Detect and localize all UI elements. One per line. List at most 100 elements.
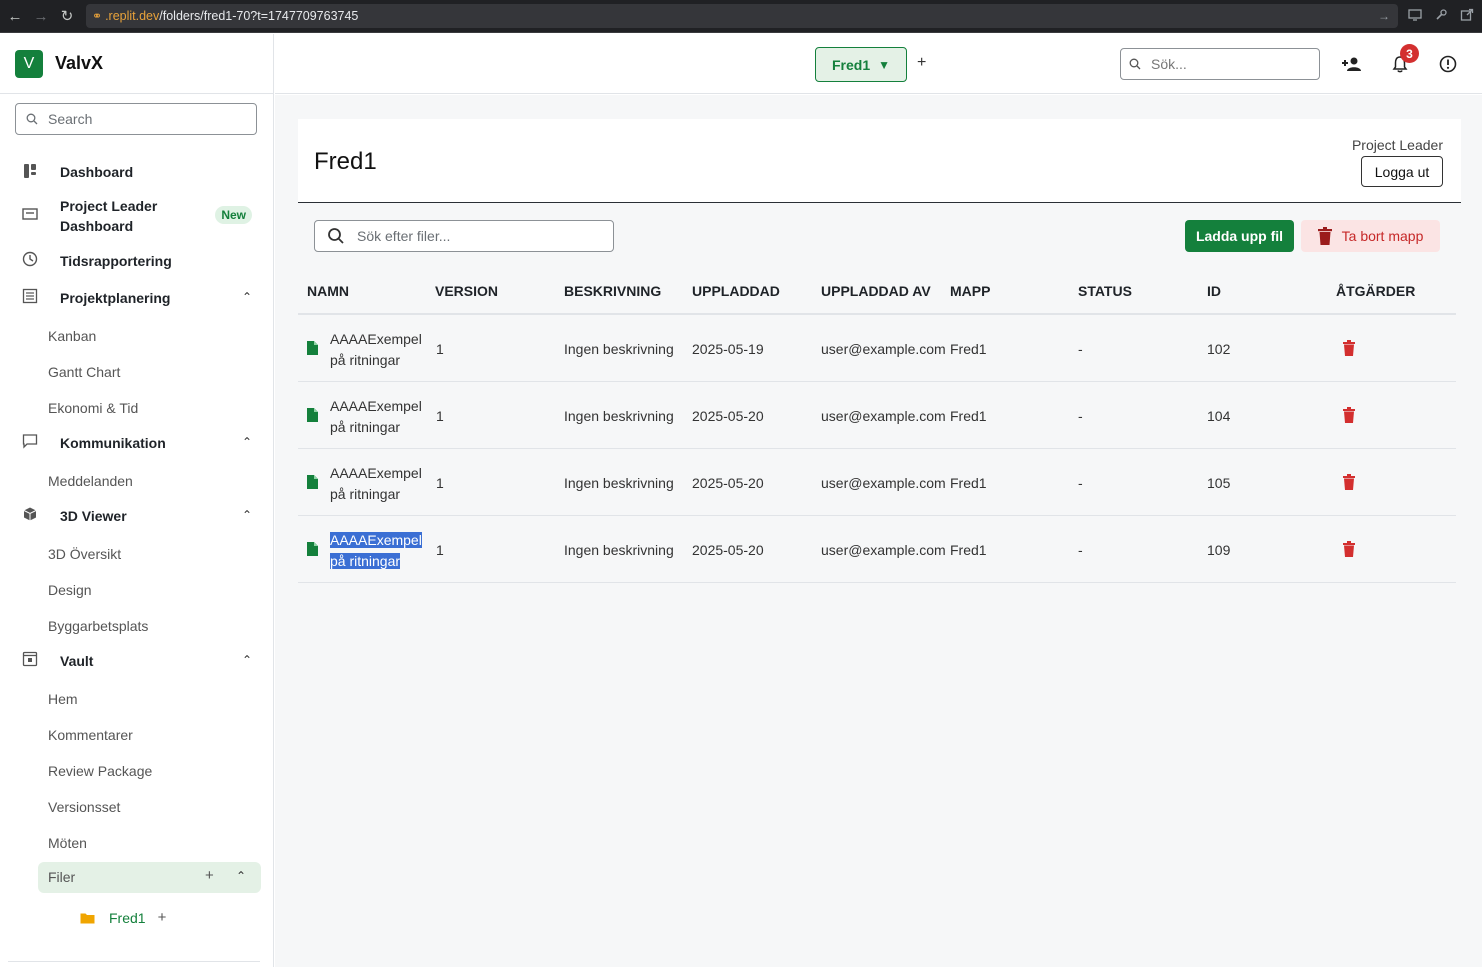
file-name[interactable]: AAAAExempel på ritningar [330, 329, 422, 371]
chevron-up-icon[interactable]: ⌃ [242, 508, 252, 522]
delete-folder-button[interactable]: Ta bort mapp [1301, 220, 1440, 252]
add-user-icon[interactable] [1340, 52, 1364, 76]
column-header-status[interactable]: STATUS [1078, 283, 1132, 299]
brand-logo: V [15, 49, 43, 78]
sidebar-item-dashboard[interactable]: Dashboard [20, 161, 260, 181]
table-row[interactable]: AAAAExempel på ritningar 1 Ingen beskrivn… [298, 516, 1456, 583]
file-uploaded-date: 2025-05-20 [692, 542, 764, 558]
file-name[interactable]: AAAAExempel på ritningar [330, 396, 422, 438]
add-folder-icon[interactable]: + [205, 867, 214, 884]
cube-icon [20, 504, 40, 524]
column-header-id[interactable]: ID [1207, 283, 1221, 299]
sidebar-subitem-design[interactable]: Design [48, 582, 92, 598]
file-uploaded-by: user@example.com [821, 408, 946, 424]
info-icon[interactable] [1436, 52, 1460, 76]
file-version: 1 [436, 475, 444, 491]
chevron-up-icon[interactable]: ⌃ [242, 653, 252, 667]
search-icon [1129, 58, 1141, 70]
sidebar-subitem-meddelanden[interactable]: Meddelanden [48, 473, 133, 489]
table-row[interactable]: AAAAExempel på ritningar 1 Ingen beskrivn… [298, 382, 1456, 449]
file-status: - [1078, 475, 1083, 491]
external-link-icon[interactable] [1458, 6, 1476, 24]
project-selector-button[interactable]: Fred1 ▼ [815, 47, 907, 82]
sidebar-subitem-hem[interactable]: Hem [48, 691, 78, 707]
chat-icon [20, 431, 40, 451]
delete-file-icon[interactable] [1343, 407, 1355, 423]
file-name[interactable]: AAAAExempel på ritningar [330, 530, 422, 572]
chevron-up-icon[interactable]: ⌃ [242, 290, 252, 304]
delete-file-icon[interactable] [1343, 541, 1355, 557]
sidebar-item-tidsrapportering[interactable]: Tidsrapportering [20, 249, 260, 269]
page-title: Fred1 [314, 148, 377, 175]
column-header-uppladdad[interactable]: UPPLADDAD [692, 283, 780, 299]
logout-button[interactable]: Logga ut [1361, 156, 1443, 187]
file-uploaded-by: user@example.com [821, 341, 946, 357]
file-status: - [1078, 408, 1083, 424]
folder-name: Fred1 [109, 909, 146, 926]
add-project-button[interactable]: + [917, 54, 926, 72]
sidebar-subitem-gantt-chart[interactable]: Gantt Chart [48, 364, 120, 380]
add-subfolder-icon[interactable]: + [158, 909, 167, 926]
table-row[interactable]: AAAAExempel på ritningar 1 Ingen beskrivn… [298, 449, 1456, 516]
url-domain: .replit.dev [105, 9, 160, 23]
chevron-up-icon[interactable]: ⌃ [236, 869, 246, 883]
sidebar-item-label: Project Leader Dashboard [60, 198, 158, 234]
go-arrow-icon[interactable]: → [1378, 9, 1390, 23]
file-uploaded-date: 2025-05-20 [692, 408, 764, 424]
folder-item-fred1[interactable]: Fred1 + [80, 909, 166, 926]
column-header-beskrivning[interactable]: BESKRIVNING [564, 283, 661, 299]
column-header-uppladdad-av[interactable]: UPPLADDAD AV [821, 283, 931, 299]
sidebar-item-vault[interactable]: Vault ⌃ [20, 649, 260, 669]
sidebar-item-label: Vault [60, 653, 94, 669]
sidebar-item-project-leader-dashboard[interactable]: Project Leader Dashboard New [20, 196, 260, 236]
sidebar-subitem-kommentarer[interactable]: Kommentarer [48, 727, 133, 743]
clock-icon [20, 249, 40, 269]
file-status: - [1078, 341, 1083, 357]
delete-file-icon[interactable] [1343, 474, 1355, 490]
sidebar-search-input[interactable]: Search [15, 103, 257, 135]
file-name[interactable]: AAAAExempel på ritningar [330, 463, 422, 505]
sidebar-subitem-byggarbetsplats[interactable]: Byggarbetsplats [48, 618, 148, 634]
chevron-up-icon[interactable]: ⌃ [242, 435, 252, 449]
forward-icon[interactable]: → [30, 5, 52, 27]
sidebar-subitem-filer[interactable]: Filer + ⌃ [38, 862, 261, 893]
file-search-placeholder: Sök efter filer... [357, 228, 451, 244]
file-folder: Fred1 [950, 408, 987, 424]
column-header-mapp[interactable]: MAPP [950, 283, 990, 299]
file-description: Ingen beskrivning [564, 475, 674, 491]
sidebar-subitem-ekonomi-tid[interactable]: Ekonomi & Tid [48, 400, 138, 416]
files-table: NAMN VERSION BESKRIVNING UPPLADDAD UPPLA… [298, 267, 1456, 583]
column-header-namn[interactable]: NAMN [307, 283, 349, 299]
column-header-version[interactable]: VERSION [435, 283, 498, 299]
table-row[interactable]: AAAAExempel på ritningar 1 Ingen beskrivn… [298, 315, 1456, 382]
sidebar-search-placeholder: Search [48, 111, 93, 127]
sidebar-subitem-kanban[interactable]: Kanban [48, 328, 96, 344]
sidebar-item-kommunikation[interactable]: Kommunikation ⌃ [20, 431, 260, 451]
file-uploaded-date: 2025-05-20 [692, 475, 764, 491]
screen-icon[interactable] [1406, 6, 1424, 24]
list-icon [20, 286, 40, 306]
sidebar-item-3d-viewer[interactable]: 3D Viewer ⌃ [20, 504, 260, 524]
sidebar-subitem-3d-oversikt[interactable]: 3D Översikt [48, 546, 121, 562]
sidebar-subitem-moten[interactable]: Möten [48, 835, 87, 851]
leader-dashboard-icon [20, 204, 40, 224]
back-icon[interactable]: ← [4, 5, 26, 27]
file-icon [307, 408, 318, 422]
file-id: 104 [1207, 408, 1231, 424]
main-content: Fred1 Project Leader Logga ut Sök efter … [275, 95, 1482, 967]
trash-icon [1317, 227, 1332, 245]
wrench-icon[interactable] [1432, 6, 1450, 24]
upload-file-button[interactable]: Ladda upp fil [1185, 220, 1294, 252]
sidebar-item-projektplanering[interactable]: Projektplanering ⌃ [20, 286, 260, 306]
file-search-input[interactable]: Sök efter filer... [314, 220, 614, 252]
file-icon [307, 475, 318, 489]
delete-file-icon[interactable] [1343, 340, 1355, 356]
address-bar[interactable]: ⚭ .replit.dev /folders/fred1-70?t=174770… [86, 4, 1398, 28]
global-search-placeholder: Sök... [1151, 56, 1187, 72]
sidebar-subitem-versionsset[interactable]: Versionsset [48, 799, 120, 815]
sidebar-subitem-review-package[interactable]: Review Package [48, 763, 152, 779]
brand[interactable]: V ValvX [0, 34, 273, 94]
brand-name: ValvX [55, 53, 104, 73]
reload-icon[interactable]: ↻ [56, 5, 78, 27]
global-search-input[interactable]: Sök... [1120, 48, 1320, 80]
